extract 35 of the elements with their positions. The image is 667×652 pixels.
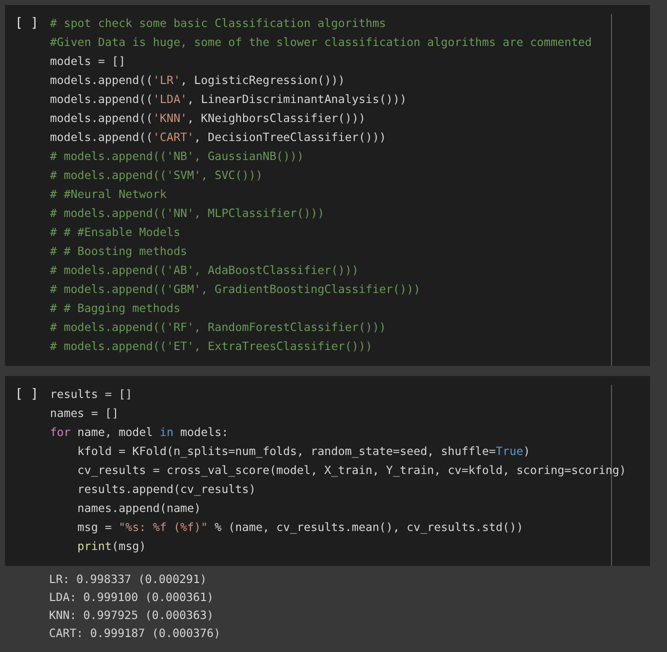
code-line: for name, model in models:	[50, 424, 230, 441]
run-cell-button[interactable]: [ ]	[5, 385, 50, 556]
code-line: # models.append(('ET', ExtraTreesClassifier()))	[50, 338, 374, 355]
code-cell[interactable]	[5, 5, 650, 366]
code-line: # models.append(('SVM', SVC()))	[50, 167, 264, 184]
code-line: # models.append(('AB', AdaBoostClassifier()))	[50, 262, 360, 279]
code-line: names = []	[50, 405, 120, 422]
code-line: msg = "%s: %f (%f)" % (name, cv_results.mean(), cv_results.std())	[76, 519, 524, 536]
code-line: models.append(('KNN', KNeighborsClassifier()))	[50, 110, 366, 127]
code-line: results = []	[50, 386, 134, 403]
code-line: names.append(name)	[76, 500, 202, 517]
code-line: # #Neural Network	[50, 186, 168, 203]
code-line: # models.append(('NN', MLPClassifier()))	[50, 205, 326, 222]
code-line: #Given Data is huge, some of the slower classification algorithms are commented	[50, 34, 592, 51]
code-line: # models.append(('NB', GaussianNB()))	[50, 148, 305, 165]
code-line: results.append(cv_results)	[76, 481, 257, 498]
code-line: kfold = KFold(n_splits=num_folds, random_state=seed, shuffle=True)	[76, 443, 532, 460]
code-line: # # Boosting methods	[50, 243, 188, 260]
code-line: models.append(('LDA', LinearDiscriminantAnalysis()))	[50, 91, 408, 108]
code-line: models.append(('CART', DecisionTreeClassifier()))	[50, 129, 388, 146]
code-line: # models.append(('GBM', GradientBoostingClassifier()))	[50, 281, 422, 298]
code-line: # models.append(('RF', RandomForestClassifier()))	[50, 319, 388, 336]
output-line: CART: 0.999187 (0.000376)	[49, 625, 222, 642]
code-line: print(msg)	[76, 538, 148, 555]
code-line: # spot check some basic Classification algorithms	[50, 15, 388, 32]
output-line: LDA: 0.999100 (0.000361)	[49, 589, 215, 606]
output-line: LR: 0.998337 (0.000291)	[49, 571, 208, 588]
code-line: # # Bagging methods	[50, 300, 182, 317]
code-line: models.append(('LR', LogisticRegression()))	[50, 72, 346, 89]
code-line: models = []	[50, 53, 126, 70]
code-line: cv_results = cross_val_score(model, X_train, Y_train, cv=kfold, scoring=scoring)	[76, 462, 626, 479]
run-cell-button[interactable]: [ ]	[5, 14, 50, 356]
code-line: # # #Ensable Models	[50, 224, 182, 241]
output-line: KNN: 0.997925 (0.000363)	[49, 607, 215, 624]
code-cell[interactable]	[5, 376, 650, 566]
